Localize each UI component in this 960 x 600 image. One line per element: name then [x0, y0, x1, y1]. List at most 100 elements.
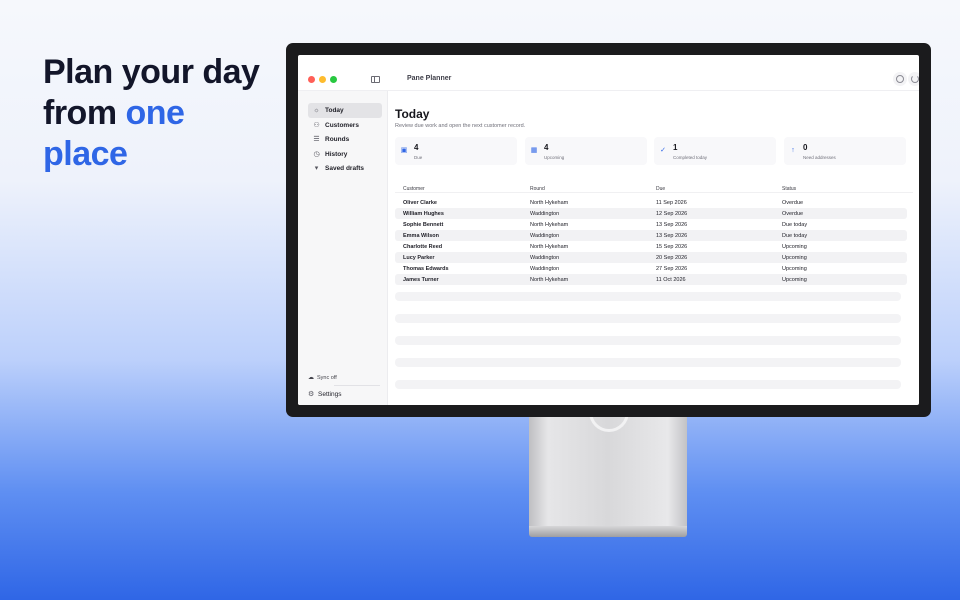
stat-value: 4: [414, 143, 419, 152]
cell-customer: Sophie Bennett: [403, 222, 444, 228]
cell-status: Upcoming: [782, 266, 807, 272]
check-icon: ✓: [660, 147, 666, 154]
app-window: Pane Planner ☼ Today ⚇ Customers ☰ Round…: [298, 55, 919, 405]
column-header-round[interactable]: Round: [530, 186, 545, 192]
cell-customer: William Hughes: [403, 211, 444, 217]
cell-status: Upcoming: [782, 255, 807, 261]
settings-label: Settings: [318, 391, 342, 398]
monitor-frame: Pane Planner ☼ Today ⚇ Customers ☰ Round…: [286, 43, 931, 417]
minimize-window-button[interactable]: [319, 76, 326, 83]
stat-card-due[interactable]: ▣ 4 Due: [395, 137, 517, 165]
cell-round: Waddington: [530, 255, 560, 261]
sidebar: ☼ Today ⚇ Customers ☰ Rounds ◷ History ▾…: [298, 91, 388, 405]
stat-card-upcoming[interactable]: ▦ 4 Upcoming: [525, 137, 647, 165]
close-window-button[interactable]: [308, 76, 315, 83]
sidebar-toggle-icon[interactable]: [371, 76, 380, 83]
cell-customer: James Turner: [403, 277, 439, 283]
table-header: Customer Round Due Status: [395, 183, 913, 193]
stat-value: 1: [673, 143, 678, 152]
stat-label: Need addresses: [803, 155, 836, 160]
cell-status: Due today: [782, 222, 808, 228]
cell-round: Waddington: [530, 233, 560, 239]
column-header-customer[interactable]: Customer: [403, 186, 425, 192]
stat-card-completed[interactable]: ✓ 1 Completed today: [654, 137, 776, 165]
sidebar-item-settings[interactable]: ⚙ Settings: [308, 390, 342, 398]
table-row[interactable]: Lucy Parker Waddington 20 Sep 2026 Upcom…: [395, 252, 907, 263]
column-header-status[interactable]: Status: [782, 186, 796, 192]
refresh-icon: [911, 75, 919, 83]
table-row[interactable]: Oliver Clarke North Hykeham 11 Sep 2026 …: [395, 197, 907, 208]
cloud-off-icon: ☁: [308, 375, 314, 381]
hero-line-2: from one: [43, 93, 283, 134]
skeleton-row: [395, 336, 901, 345]
zoom-window-button[interactable]: [330, 76, 337, 83]
cell-due: 13 Sep 2026: [656, 233, 688, 239]
hero-headline: Plan your day from one place: [43, 52, 283, 175]
page-title: Today: [395, 107, 430, 121]
hero-line-1: Plan your day: [43, 53, 260, 91]
skeleton-row: [395, 358, 901, 367]
sync-status-label: Sync off: [317, 375, 337, 381]
sidebar-item-label: Saved drafts: [325, 165, 365, 172]
main-content: Today Review due work and open the next …: [389, 91, 919, 405]
monitor-stand-base: [529, 526, 687, 537]
sun-icon: ☼: [313, 107, 320, 114]
cell-round: Waddington: [530, 211, 560, 217]
gear-icon: [896, 75, 904, 83]
calendar-icon: ▦: [530, 147, 538, 154]
skeleton-row: [395, 380, 901, 389]
sidebar-item-label: Customers: [325, 122, 359, 129]
bookmark-icon: ▾: [314, 165, 319, 172]
sidebar-item-label: Rounds: [325, 136, 350, 143]
sidebar-item-rounds[interactable]: ☰ Rounds: [308, 132, 382, 147]
refresh-toolbar-button[interactable]: [908, 72, 919, 86]
stat-value: 0: [803, 143, 808, 152]
page-subtitle: Review due work and open the next custom…: [395, 123, 526, 129]
stat-label: Upcoming: [544, 155, 565, 160]
cell-status: Due today: [782, 233, 808, 239]
table-row[interactable]: Emma Wilson Waddington 13 Sep 2026 Due t…: [395, 230, 907, 241]
cell-due: 11 Sep 2026: [656, 200, 687, 206]
cell-round: North Hykeham: [530, 222, 569, 228]
skeleton-row: [395, 292, 901, 301]
table-row[interactable]: Sophie Bennett North Hykeham 13 Sep 2026…: [395, 219, 907, 230]
column-header-due[interactable]: Due: [656, 186, 665, 192]
sidebar-item-today[interactable]: ☼ Today: [308, 103, 382, 118]
cell-status: Upcoming: [782, 244, 807, 250]
settings-toolbar-button[interactable]: [893, 72, 907, 86]
table-row[interactable]: James Turner North Hykeham 11 Oct 2026 U…: [395, 274, 907, 285]
cell-customer: Emma Wilson: [403, 233, 440, 239]
calendar-icon: ▣: [400, 147, 408, 154]
cell-status: Overdue: [782, 200, 804, 206]
cell-customer: Oliver Clarke: [403, 200, 437, 206]
gear-icon: ⚙: [308, 391, 315, 398]
sidebar-item-customers[interactable]: ⚇ Customers: [308, 118, 382, 133]
cell-due: 12 Sep 2026: [656, 211, 688, 217]
cell-round: North Hykeham: [530, 277, 569, 283]
stat-label: Due: [414, 155, 423, 160]
list-icon: ☰: [313, 136, 320, 143]
cell-round: North Hykeham: [530, 200, 569, 206]
hero-line-2-text: from: [43, 94, 126, 132]
sidebar-item-label: History: [325, 151, 348, 158]
cell-status: Upcoming: [782, 277, 807, 283]
table-row[interactable]: Charlotte Reed North Hykeham 15 Sep 2026…: [395, 241, 907, 252]
table-row[interactable]: Thomas Edwards Waddington 27 Sep 2026 Up…: [395, 263, 907, 274]
skeleton-row: [395, 314, 901, 323]
cell-round: North Hykeham: [530, 244, 569, 250]
people-icon: ⚇: [313, 122, 320, 129]
cell-customer: Charlotte Reed: [403, 244, 443, 250]
stat-value: 4: [544, 143, 549, 152]
clock-icon: ◷: [313, 151, 320, 158]
cell-status: Overdue: [782, 211, 804, 217]
table-row[interactable]: William Hughes Waddington 12 Sep 2026 Ov…: [395, 208, 907, 219]
hero-accent-one: one: [125, 94, 185, 132]
sidebar-item-saved-drafts[interactable]: ▾ Saved drafts: [308, 161, 382, 176]
cell-due: 20 Sep 2026: [656, 255, 688, 261]
stat-card-need-addresses[interactable]: ↑ 0 Need addresses: [784, 137, 906, 165]
sidebar-item-label: Today: [325, 107, 344, 114]
cell-customer: Lucy Parker: [403, 255, 435, 261]
cell-due: 27 Sep 2026: [656, 266, 688, 272]
sidebar-item-history[interactable]: ◷ History: [308, 147, 382, 162]
cell-due: 13 Sep 2026: [656, 222, 688, 228]
